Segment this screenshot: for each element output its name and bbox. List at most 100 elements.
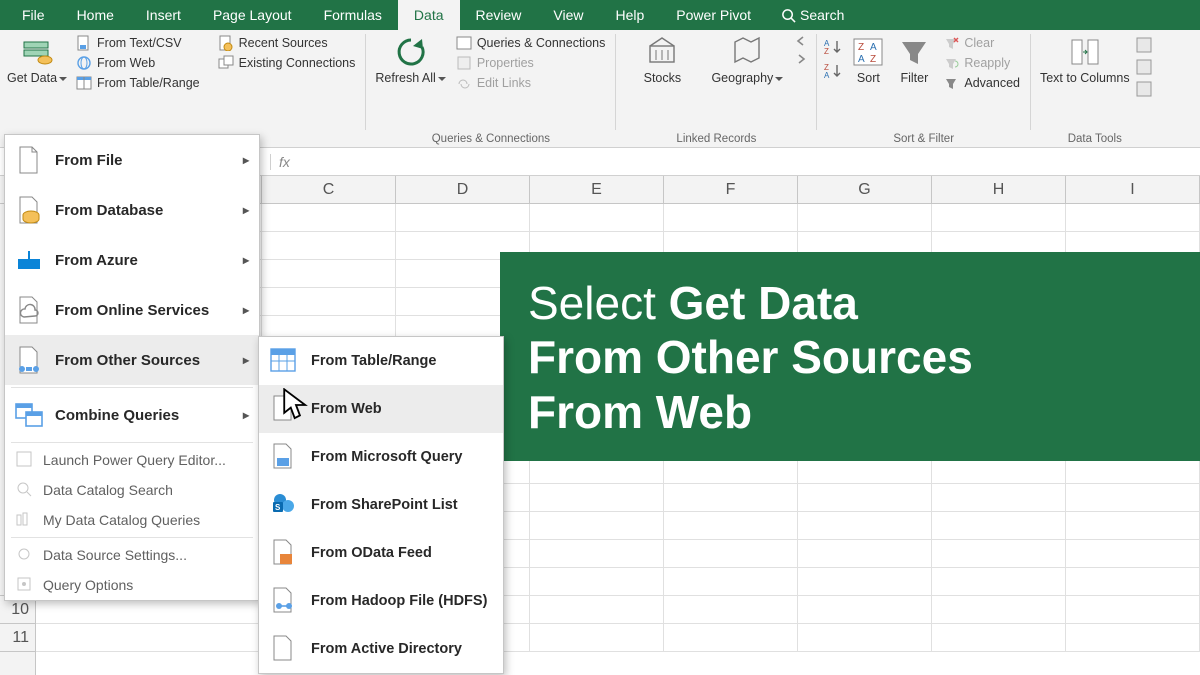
chevron-right-icon: ▸ [243, 153, 249, 167]
svg-text:A: A [870, 42, 877, 53]
refresh-icon [395, 36, 427, 68]
sort-icon: ZAAZ [852, 36, 884, 68]
get-data-icon [21, 36, 53, 68]
menu-from-azure[interactable]: From Azure▸ [5, 235, 259, 285]
data-validation-icon[interactable] [1135, 80, 1153, 98]
azure-icon [13, 244, 45, 276]
svg-text:S: S [275, 503, 281, 512]
menu-from-online-services[interactable]: From Online Services▸ [5, 285, 259, 335]
properties-icon [456, 55, 472, 71]
svg-text:Z: Z [858, 42, 864, 53]
ribbon-search[interactable]: Search [767, 0, 858, 30]
filter-button[interactable]: Filter [891, 32, 937, 128]
menu-query-options[interactable]: Query Options [5, 570, 259, 600]
stocks-icon [646, 36, 678, 68]
sort-button[interactable]: ZAAZ Sort [845, 32, 891, 128]
submenu-label: From Microsoft Query [311, 449, 462, 465]
filter-icon [898, 36, 930, 68]
sharepoint-icon: S [269, 490, 299, 520]
submenu-label: From SharePoint List [311, 497, 458, 513]
submenu-from-sharepoint-list[interactable]: S From SharePoint List [259, 481, 503, 529]
database-icon [13, 194, 45, 226]
connection-icon [218, 55, 234, 71]
file-folder-icon [13, 144, 45, 176]
msquery-icon [269, 442, 299, 472]
instruction-callout: Select Get Data From Other Sources From … [500, 252, 1200, 461]
col-E[interactable]: E [530, 176, 664, 203]
reapply-button[interactable]: Reapply [939, 53, 1024, 73]
menu-my-data-catalog[interactable]: My Data Catalog Queries [5, 505, 259, 535]
get-data-button[interactable]: Get Data [4, 32, 70, 128]
group-datatools-label: Data Tools [1037, 131, 1153, 147]
flash-fill-icon[interactable] [1135, 36, 1153, 54]
edit-links-button[interactable]: Edit Links [452, 73, 610, 93]
get-data-menu: From File▸ From Database▸ From Azure▸ Fr… [4, 134, 260, 601]
geography-button[interactable]: Geography [702, 32, 792, 128]
recent-sources-button[interactable]: Recent Sources [214, 33, 360, 53]
group-linked-label: Linked Records [622, 131, 810, 147]
clear-button[interactable]: Clear [939, 33, 1024, 53]
col-H[interactable]: H [932, 176, 1066, 203]
col-C[interactable]: C [262, 176, 396, 203]
other-sources-submenu: From Table/Range From Web From Microsoft… [258, 336, 504, 674]
col-I[interactable]: I [1066, 176, 1200, 203]
remove-duplicates-icon[interactable] [1135, 58, 1153, 76]
tab-page-layout[interactable]: Page Layout [197, 0, 308, 30]
col-F[interactable]: F [664, 176, 798, 203]
table-icon [76, 75, 92, 91]
web-page-icon [269, 394, 299, 424]
fx-label: fx [270, 154, 298, 170]
properties-button[interactable]: Properties [452, 53, 610, 73]
tab-data[interactable]: Data [398, 0, 460, 30]
geography-icon [731, 36, 763, 68]
stocks-button[interactable]: Stocks [622, 32, 702, 128]
tab-insert[interactable]: Insert [130, 0, 197, 30]
tab-home[interactable]: Home [61, 0, 130, 30]
text-to-columns-button[interactable]: Text to Columns [1037, 32, 1133, 128]
submenu-from-web[interactable]: From Web [259, 385, 503, 433]
submenu-from-odata-feed[interactable]: From OData Feed [259, 529, 503, 577]
menu-data-source-settings[interactable]: Data Source Settings... [5, 540, 259, 570]
svg-text:A: A [824, 71, 830, 80]
text-to-columns-icon [1069, 36, 1101, 68]
sort-desc-button[interactable]: ZA [823, 62, 843, 80]
col-D[interactable]: D [396, 176, 530, 203]
tab-formulas[interactable]: Formulas [308, 0, 398, 30]
svg-text:Z: Z [870, 54, 876, 65]
tab-view[interactable]: View [537, 0, 599, 30]
scroll-left-icon[interactable] [796, 36, 806, 46]
ribbon-body: Get Data From Text/CSV From Web From Tab… [0, 30, 1200, 148]
file-icon [76, 35, 92, 51]
other-sources-icon [13, 344, 45, 376]
scroll-right-icon[interactable] [796, 54, 806, 64]
menu-from-file[interactable]: From File▸ [5, 135, 259, 185]
menu-combine-queries[interactable]: Combine Queries▸ [5, 390, 259, 440]
tab-help[interactable]: Help [600, 0, 661, 30]
chevron-right-icon: ▸ [243, 353, 249, 367]
ribbon-tabs: File Home Insert Page Layout Formulas Da… [0, 0, 1200, 30]
queries-connections-button[interactable]: Queries & Connections [452, 33, 610, 53]
tab-file[interactable]: File [6, 0, 61, 30]
from-text-csv-button[interactable]: From Text/CSV [72, 33, 204, 53]
menu-from-database[interactable]: From Database▸ [5, 185, 259, 235]
from-web-button[interactable]: From Web [72, 53, 204, 73]
submenu-label: From Hadoop File (HDFS) [311, 593, 487, 609]
menu-from-other-sources[interactable]: From Other Sources▸ [5, 335, 259, 385]
row-11[interactable]: 11 [0, 624, 35, 652]
col-G[interactable]: G [798, 176, 932, 203]
submenu-from-microsoft-query[interactable]: From Microsoft Query [259, 433, 503, 481]
tab-review[interactable]: Review [460, 0, 538, 30]
submenu-from-table-range[interactable]: From Table/Range [259, 337, 503, 385]
submenu-from-active-directory[interactable]: From Active Directory [259, 625, 503, 673]
advanced-button[interactable]: Advanced [939, 73, 1024, 93]
submenu-from-hadoop-file[interactable]: From Hadoop File (HDFS) [259, 577, 503, 625]
menu-data-catalog-search[interactable]: Data Catalog Search [5, 475, 259, 505]
tab-power-pivot[interactable]: Power Pivot [660, 0, 767, 30]
chevron-right-icon: ▸ [243, 408, 249, 422]
existing-connections-button[interactable]: Existing Connections [214, 53, 360, 73]
refresh-all-button[interactable]: Refresh All [372, 32, 448, 128]
menu-launch-power-query[interactable]: Launch Power Query Editor... [5, 445, 259, 475]
from-table-range-button[interactable]: From Table/Range [72, 73, 204, 93]
options-icon [15, 575, 35, 595]
sort-asc-button[interactable]: AZ [823, 38, 843, 56]
